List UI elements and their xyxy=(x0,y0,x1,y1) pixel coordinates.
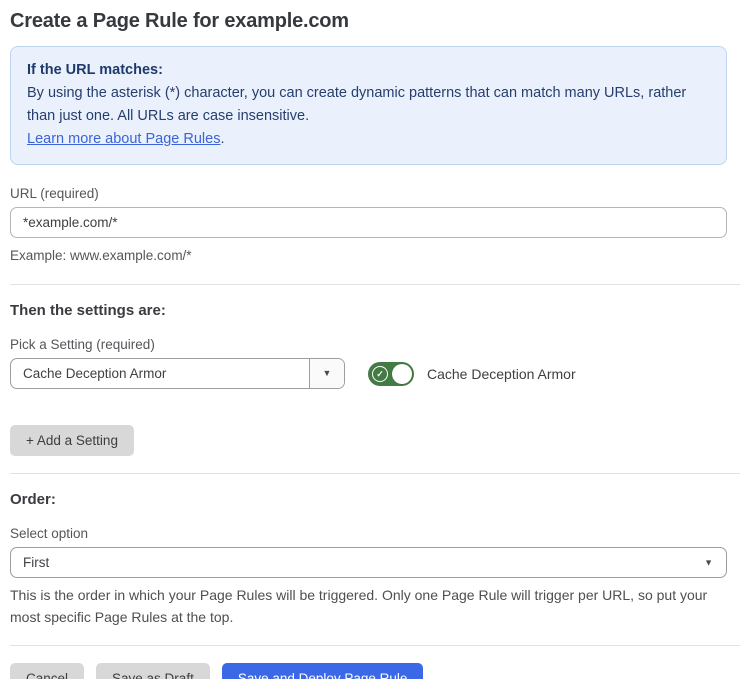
order-select-value: First xyxy=(11,548,726,577)
section-divider xyxy=(10,284,740,285)
url-field-helper: Example: www.example.com/* xyxy=(10,245,740,267)
chevron-down-icon: ▼ xyxy=(323,369,332,378)
info-box-body-text: By using the asterisk (*) character, you… xyxy=(27,85,686,124)
check-icon: ✓ xyxy=(372,366,388,382)
order-helper-text: This is the order in which your Page Rul… xyxy=(10,584,730,628)
setting-select-arrow-button[interactable]: ▼ xyxy=(309,359,344,388)
setting-select-value: Cache Deception Armor xyxy=(11,359,309,388)
setting-select[interactable]: Cache Deception Armor ▼ xyxy=(10,358,345,389)
order-select[interactable]: First ▼ xyxy=(10,547,727,578)
save-draft-button[interactable]: Save as Draft xyxy=(96,663,210,679)
order-select-label: Select option xyxy=(10,526,740,541)
settings-section-heading: Then the settings are: xyxy=(10,302,740,319)
setting-toggle-label: Cache Deception Armor xyxy=(427,366,576,382)
info-box-link-line: Learn more about Page Rules. xyxy=(27,128,710,151)
link-suffix: . xyxy=(220,131,224,147)
section-divider xyxy=(10,645,740,646)
page-title: Create a Page Rule for example.com xyxy=(10,10,740,33)
learn-more-link[interactable]: Learn more about Page Rules xyxy=(27,131,220,147)
page-rule-form: Create a Page Rule for example.com If th… xyxy=(0,0,750,679)
url-field-label: URL (required) xyxy=(10,186,740,201)
add-setting-button[interactable]: + Add a Setting xyxy=(10,425,134,456)
setting-toggle[interactable]: ✓ xyxy=(368,362,414,386)
chevron-down-icon: ▼ xyxy=(704,558,713,567)
setting-row: Cache Deception Armor ▼ ✓ Cache Deceptio… xyxy=(10,358,740,389)
url-input[interactable] xyxy=(10,207,727,238)
info-box-heading: If the URL matches: xyxy=(27,59,710,82)
url-match-info-box: If the URL matches: By using the asteris… xyxy=(10,46,727,165)
section-divider xyxy=(10,473,740,474)
setting-picker-label: Pick a Setting (required) xyxy=(10,337,740,352)
footer-actions: Cancel Save as Draft Save and Deploy Pag… xyxy=(10,663,740,679)
info-box-body: By using the asterisk (*) character, you… xyxy=(27,82,710,128)
order-section-heading: Order: xyxy=(10,491,740,508)
cancel-button[interactable]: Cancel xyxy=(10,663,84,679)
save-deploy-button[interactable]: Save and Deploy Page Rule xyxy=(222,663,424,679)
toggle-knob xyxy=(392,364,412,384)
